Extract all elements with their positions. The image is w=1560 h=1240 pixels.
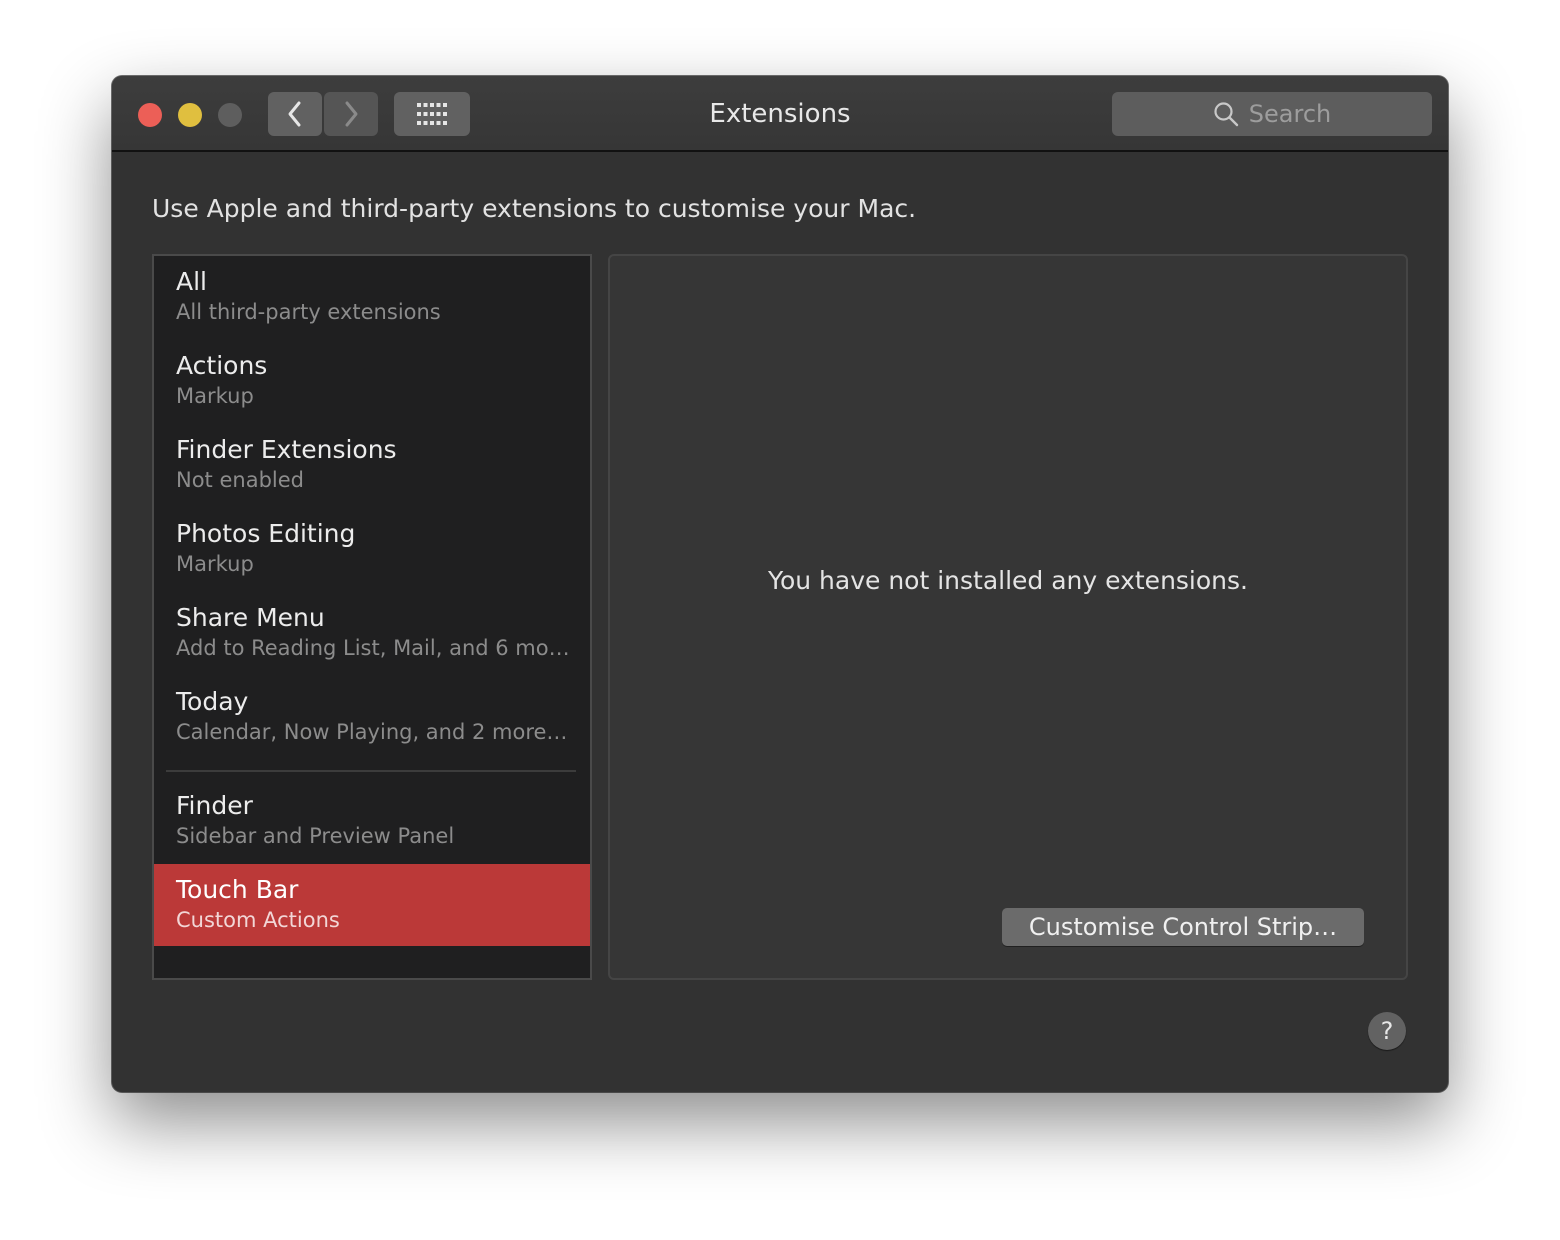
help-button[interactable]: ? [1368,1012,1406,1050]
list-item-actions[interactable]: Actions Markup [154,340,590,422]
list-item-title: Photos Editing [176,519,356,548]
list-item-share-menu[interactable]: Share Menu Add to Reading List, Mail, an… [154,592,590,674]
list-item-subtitle: Calendar, Now Playing, and 2 more… [176,720,568,744]
list-item-title: Today [176,687,249,716]
list-item-title: Share Menu [176,603,325,632]
list-item-touch-bar[interactable]: Touch Bar Custom Actions [154,864,590,946]
search-placeholder: Search [1248,100,1332,128]
list-item-subtitle: Markup [176,384,254,408]
empty-state-message: You have not installed any extensions. [768,566,1248,595]
list-item-finder-extensions[interactable]: Finder Extensions Not enabled [154,424,590,506]
list-item-subtitle: Sidebar and Preview Panel [176,824,455,848]
list-item-photos-editing[interactable]: Photos Editing Markup [154,508,590,590]
search-field[interactable]: Search [1112,92,1432,136]
list-item-subtitle: Not enabled [176,468,304,492]
detail-pane: You have not installed any extensions. C… [608,254,1408,980]
list-item-subtitle: Markup [176,552,254,576]
title-bar: Extensions Search [112,76,1448,152]
list-item-finder[interactable]: Finder Sidebar and Preview Panel [154,780,590,862]
list-item-subtitle: All third-party extensions [176,300,441,324]
list-item-title: Actions [176,351,268,380]
list-item-title: Finder Extensions [176,435,397,464]
customise-control-strip-button[interactable]: Customise Control Strip… [1002,908,1364,946]
list-item-title: Finder [176,791,253,820]
extensions-list: All All third-party extensions Actions M… [152,254,592,980]
magnifier-icon [1213,101,1239,127]
list-item-subtitle: Add to Reading List, Mail, and 6 mor… [176,636,576,660]
list-item-title: Touch Bar [176,875,299,904]
list-item-subtitle: Custom Actions [176,908,340,932]
list-item-all[interactable]: All All third-party extensions [154,256,590,338]
preferences-window: Extensions Search Use Apple and third-pa… [112,76,1448,1092]
list-item-title: All [176,267,207,296]
list-separator [166,770,576,772]
list-item-today[interactable]: Today Calendar, Now Playing, and 2 more… [154,676,590,758]
intro-text: Use Apple and third-party extensions to … [152,194,917,223]
